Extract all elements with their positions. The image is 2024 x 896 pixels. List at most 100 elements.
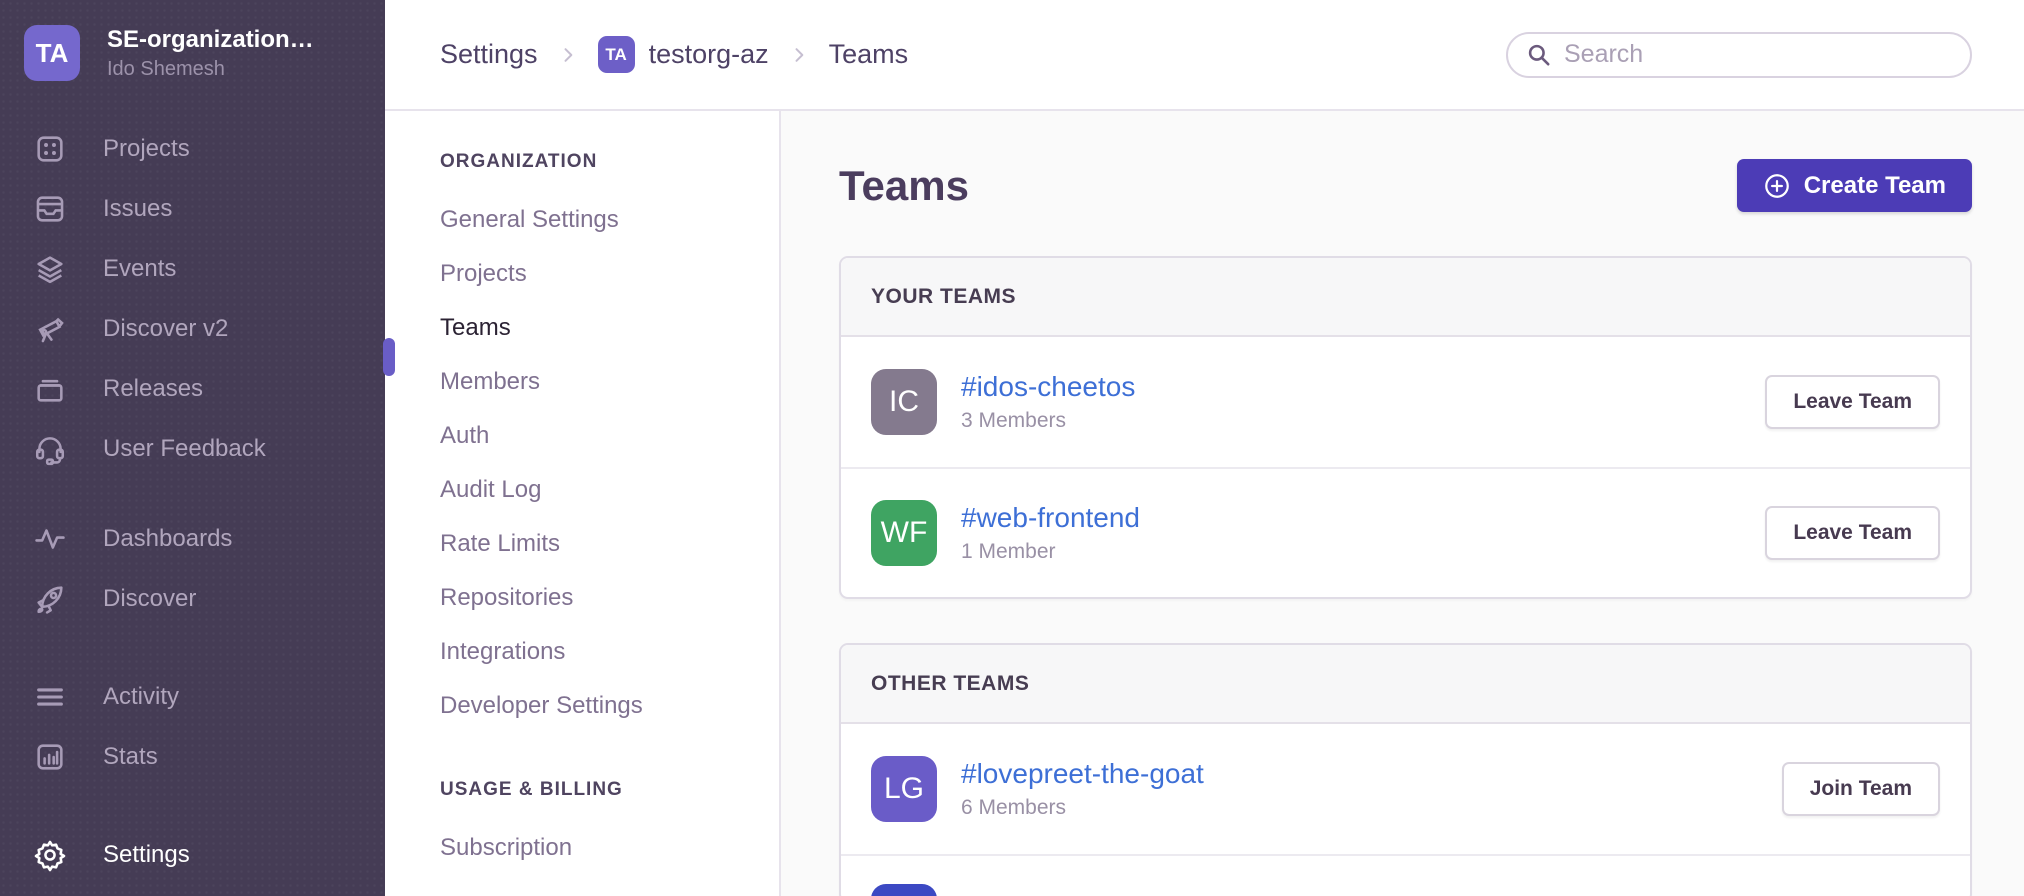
sidebar-item-label: Dashboards	[103, 525, 232, 553]
team-members-count: 6 Members	[961, 796, 1782, 820]
team-members-count: 3 Members	[961, 409, 1765, 433]
sidebar-item-label: Settings	[103, 841, 190, 869]
sidebar-item-label: Discover v2	[103, 315, 228, 343]
pulse-icon	[30, 519, 70, 559]
sidebar-item-label: Events	[103, 255, 176, 283]
settings-nav-integrations[interactable]: Integrations	[440, 625, 779, 679]
settings-nav-developer-settings[interactable]: Developer Settings	[440, 679, 779, 733]
team-row: IC #idos-cheetos 3 Members Leave Team	[841, 337, 1970, 467]
headset-icon	[30, 429, 70, 469]
sidebar-item-label: Discover	[103, 585, 196, 613]
leave-team-button[interactable]: Leave Team	[1765, 375, 1940, 429]
team-row-partial	[841, 854, 1970, 896]
chevron-right-icon	[789, 45, 809, 65]
sidebar-item-label: Issues	[103, 195, 172, 223]
search-input[interactable]	[1564, 40, 1952, 69]
team-avatar	[871, 884, 937, 896]
app-sidebar: TA SE-organization… Ido Shemesh Projects…	[0, 0, 385, 896]
team-info: #lovepreet-the-goat 6 Members	[961, 758, 1782, 820]
team-link[interactable]: #idos-cheetos	[961, 371, 1135, 403]
sidebar-item-label: Stats	[103, 743, 158, 771]
sidebar-item-discover[interactable]: Discover	[0, 569, 385, 629]
sidebar-item-dashboards[interactable]: Dashboards	[0, 509, 385, 569]
panel-header: OTHER TEAMS	[841, 645, 1970, 724]
settings-nav-subscription[interactable]: Subscription	[440, 821, 779, 875]
team-link[interactable]: #lovepreet-the-goat	[961, 758, 1204, 790]
sidebar-item-discover-v2[interactable]: Discover v2	[0, 299, 385, 359]
settings-nav-rate-limits[interactable]: Rate Limits	[440, 517, 779, 571]
org-chip: TA	[598, 36, 635, 73]
projects-icon	[30, 129, 70, 169]
settings-nav-members[interactable]: Members	[440, 355, 779, 409]
sidebar-item-stats[interactable]: Stats	[0, 727, 385, 787]
gear-icon	[30, 835, 70, 875]
breadcrumb-org[interactable]: TA testorg-az	[598, 36, 769, 73]
org-name: SE-organization…	[107, 26, 314, 54]
settings-nav-repositories[interactable]: Repositories	[440, 571, 779, 625]
sidebar-item-label: Releases	[103, 375, 203, 403]
team-row: LG #lovepreet-the-goat 6 Members Join Te…	[841, 724, 1970, 854]
breadcrumb-current: Teams	[829, 39, 909, 70]
team-info	[961, 884, 1940, 896]
page-title: Teams	[839, 162, 969, 210]
events-icon	[30, 249, 70, 289]
panel-header: YOUR TEAMS	[841, 258, 1970, 337]
join-team-button[interactable]: Join Team	[1782, 762, 1940, 816]
breadcrumb-settings[interactable]: Settings	[440, 39, 538, 70]
sidebar-item-releases[interactable]: Releases	[0, 359, 385, 419]
sidebar-item-label: Projects	[103, 135, 190, 163]
sidebar-item-issues[interactable]: Issues	[0, 179, 385, 239]
team-avatar: IC	[871, 369, 937, 435]
main-content: Teams Create Team YOUR TEAMS IC #idos-ch…	[781, 111, 2024, 896]
breadcrumb-org-label: testorg-az	[649, 39, 769, 70]
team-info: #idos-cheetos 3 Members	[961, 371, 1765, 433]
sidebar-nav-activity: Activity Stats	[0, 667, 385, 787]
sidebar-item-activity[interactable]: Activity	[0, 667, 385, 727]
other-teams-panel: OTHER TEAMS LG #lovepreet-the-goat 6 Mem…	[839, 643, 1972, 896]
team-row: WF #web-frontend 1 Member Leave Team	[841, 467, 1970, 597]
settings-nav-auth[interactable]: Auth	[440, 409, 779, 463]
telescope-icon	[30, 309, 70, 349]
search-box	[1506, 32, 1972, 78]
team-info: #web-frontend 1 Member	[961, 502, 1765, 564]
sidebar-item-label: Activity	[103, 683, 179, 711]
create-team-label: Create Team	[1804, 172, 1946, 200]
sidebar-item-events[interactable]: Events	[0, 239, 385, 299]
plus-circle-icon	[1763, 172, 1791, 200]
releases-icon	[30, 369, 70, 409]
breadcrumb: Settings TA testorg-az Teams	[440, 36, 908, 73]
rocket-icon	[30, 579, 70, 619]
bar-chart-icon	[30, 737, 70, 777]
settings-nav-teams[interactable]: Teams	[440, 301, 779, 355]
org-switcher[interactable]: TA SE-organization… Ido Shemesh	[0, 25, 385, 81]
team-avatar: WF	[871, 500, 937, 566]
right-area: Settings TA testorg-az Teams ORGANIZATIO…	[385, 0, 2024, 896]
leave-team-button[interactable]: Leave Team	[1765, 506, 1940, 560]
sidebar-item-settings[interactable]: Settings	[0, 825, 385, 885]
settings-nav-audit-log[interactable]: Audit Log	[440, 463, 779, 517]
issues-icon	[30, 189, 70, 229]
settings-nav-projects[interactable]: Projects	[440, 247, 779, 301]
sidebar-item-label: User Feedback	[103, 435, 266, 463]
create-team-button[interactable]: Create Team	[1737, 159, 1972, 212]
team-link[interactable]: #web-frontend	[961, 502, 1140, 534]
search-icon	[1526, 42, 1552, 68]
top-header: Settings TA testorg-az Teams	[385, 0, 2024, 111]
your-teams-panel: YOUR TEAMS IC #idos-cheetos 3 Members Le…	[839, 256, 1972, 599]
org-user: Ido Shemesh	[107, 58, 314, 81]
title-row: Teams Create Team	[839, 159, 1972, 212]
chevron-right-icon	[558, 45, 578, 65]
scrollbar-thumb[interactable]	[383, 338, 395, 376]
sidebar-nav-settings: Settings	[0, 825, 385, 885]
settings-nav-general-settings[interactable]: General Settings	[440, 193, 779, 247]
lower-area: ORGANIZATION General Settings Projects T…	[385, 111, 2024, 896]
sidebar-nav-discover: Dashboards Discover	[0, 509, 385, 629]
sidebar-item-projects[interactable]: Projects	[0, 119, 385, 179]
settings-nav: ORGANIZATION General Settings Projects T…	[385, 111, 781, 896]
settings-nav-section-header: ORGANIZATION	[440, 151, 779, 173]
org-avatar: TA	[24, 25, 80, 81]
sidebar-item-user-feedback[interactable]: User Feedback	[0, 419, 385, 479]
settings-nav-section-header: USAGE & BILLING	[440, 779, 779, 801]
org-meta: SE-organization… Ido Shemesh	[107, 26, 314, 81]
list-icon	[30, 677, 70, 717]
